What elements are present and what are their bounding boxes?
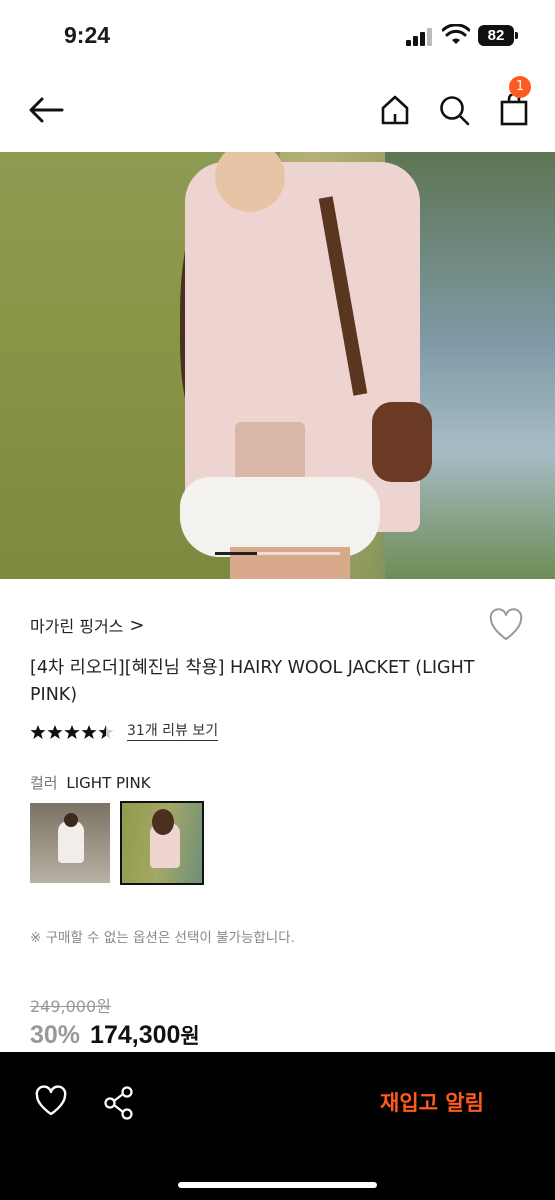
star-rating (30, 724, 115, 740)
heart-outline-icon (489, 608, 523, 640)
star-icon (30, 725, 46, 739)
product-image-carousel[interactable] (0, 152, 555, 579)
star-icon (98, 725, 114, 739)
wifi-icon (442, 24, 470, 44)
search-button[interactable] (434, 90, 474, 130)
status-time: 9:24 (64, 22, 111, 48)
share-icon (104, 1086, 133, 1120)
cart-count-badge: 1 (509, 76, 531, 98)
home-indicator (178, 1182, 377, 1188)
discount-rate: 30% (30, 1021, 81, 1049)
carousel-pager-active (215, 552, 257, 555)
hero-bag (372, 402, 432, 482)
carousel-pager (215, 552, 340, 555)
star-icon (64, 725, 80, 739)
status-bar: 9:24 82 (0, 0, 555, 70)
color-option-thumbnail-selected[interactable] (120, 801, 204, 885)
shopping-bag-icon (500, 94, 528, 126)
review-link[interactable]: 31개 리뷰 보기 (127, 723, 219, 741)
color-option-thumbnail[interactable] (30, 803, 110, 883)
brand-link[interactable]: 마가린 핑거스 > (30, 613, 145, 637)
original-price: 249,000원 (30, 997, 111, 1016)
heart-icon (35, 1085, 67, 1116)
color-label: 컬러 (30, 774, 58, 792)
cellular-signal-icon (406, 28, 434, 46)
battery-tip (515, 32, 518, 39)
price-unit: 원 (180, 1024, 200, 1048)
battery-indicator: 82 (478, 25, 514, 46)
thumbnail-figure (58, 821, 84, 863)
hero-skirt (180, 477, 380, 557)
search-icon (440, 96, 470, 126)
share-button[interactable] (102, 1085, 136, 1121)
rating-row: 31개 리뷰 보기 (30, 723, 219, 741)
option-notice: ※ 구매할 수 없는 옵션은 선택이 불가능합니다. (30, 930, 295, 946)
color-options (30, 801, 204, 885)
top-nav (0, 70, 555, 152)
thumbnail-head (64, 813, 78, 827)
back-button[interactable] (26, 90, 66, 130)
star-icon (81, 725, 97, 739)
wishlist-button[interactable] (488, 608, 524, 644)
color-selector-label: 컬러 LIGHT PINK (30, 772, 151, 793)
bottom-wishlist-button[interactable] (34, 1085, 68, 1119)
restock-alert-button[interactable]: 재입고 알림 (380, 1087, 484, 1117)
color-value: LIGHT PINK (66, 774, 151, 792)
star-icon (47, 725, 63, 739)
brand-name: 마가린 핑거스 (30, 617, 124, 636)
home-button[interactable] (375, 90, 415, 130)
product-title: [4차 리오더][혜진님 착용] HAIRY WOOL JACKET (LIGH… (30, 658, 475, 705)
home-icon (381, 95, 409, 125)
arrow-left-icon (29, 97, 64, 123)
chevron-right-icon: > (129, 614, 145, 636)
thumbnail-head (152, 809, 174, 835)
sale-price: 174,300 (90, 1021, 181, 1049)
bottom-action-bar: 재입고 알림 (0, 1052, 555, 1200)
price-row: 30% 174,300 원 (30, 1020, 200, 1050)
